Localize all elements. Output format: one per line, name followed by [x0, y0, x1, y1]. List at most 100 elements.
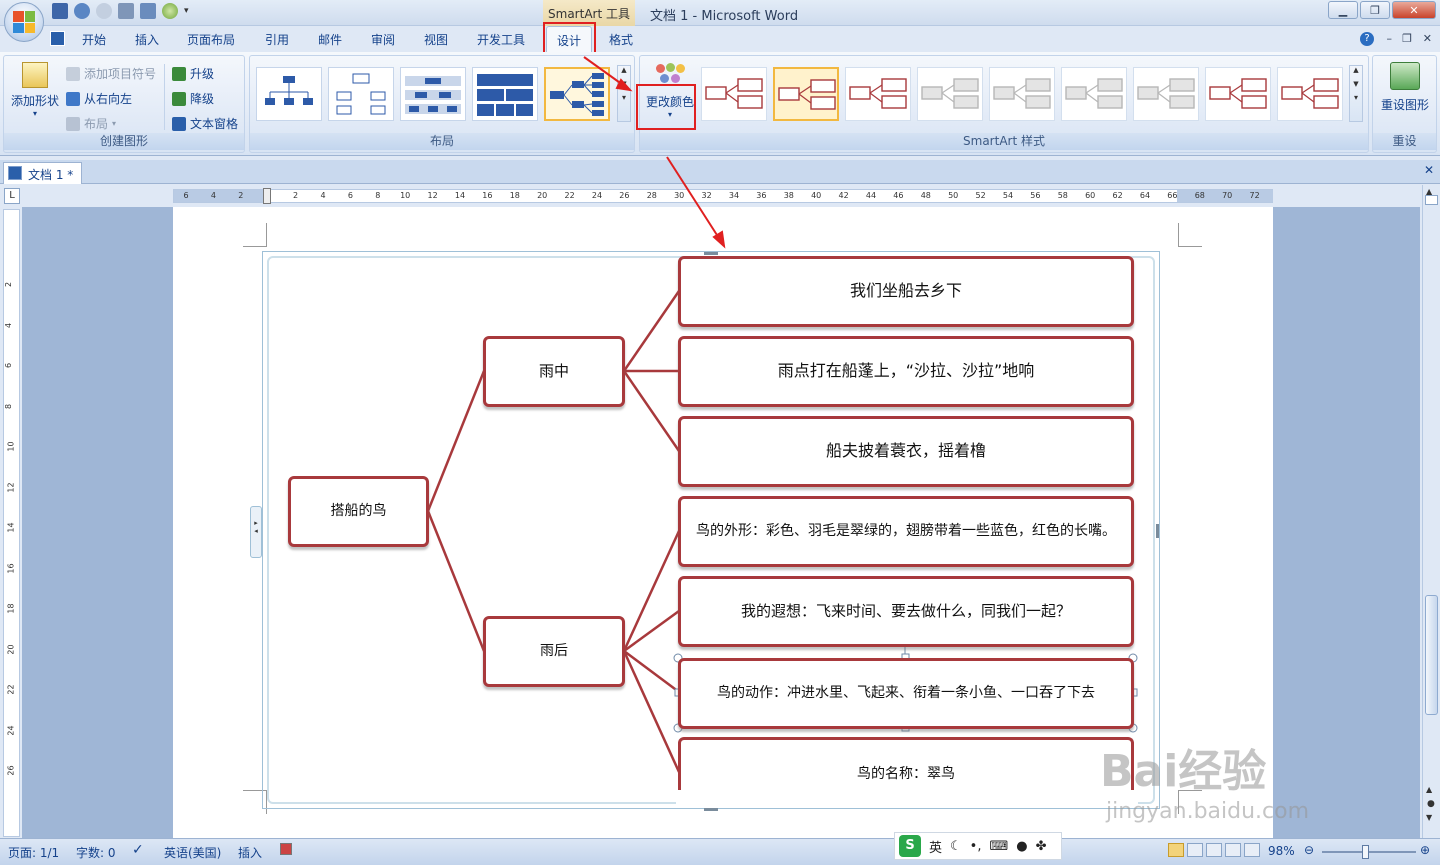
node-leaf[interactable]: 船夫披着蓑衣，摇着橹 — [678, 416, 1134, 487]
layout-gallery-scroll[interactable]: ▲ ▼ ▾ — [617, 65, 631, 122]
node-leaf-selected[interactable]: 鸟的动作：冲进水里、飞起来、衔着一条小鱼、一口吞了下去 — [678, 658, 1134, 729]
smartart-style-option[interactable] — [1205, 67, 1271, 121]
zoom-in-icon[interactable]: ⊕ — [1420, 843, 1430, 857]
document-tab[interactable]: 文档 1 * — [3, 162, 83, 184]
ime-language[interactable]: 英 — [929, 837, 942, 856]
print-preview-icon[interactable] — [118, 3, 134, 19]
text-pane-button[interactable]: 文本窗格 — [172, 115, 238, 132]
sogou-logo-icon[interactable]: S — [899, 835, 921, 857]
reset-graphic-button[interactable]: 重设图形 — [1376, 62, 1434, 113]
zoom-out-icon[interactable]: ⊖ — [1304, 843, 1314, 857]
moon-icon[interactable]: ☾ — [950, 839, 962, 854]
ribbon-minimize-icon[interactable]: – — [1387, 32, 1393, 45]
close-icon[interactable]: ✕ — [1392, 1, 1436, 19]
right-to-left-button[interactable]: 从右向左 — [66, 90, 132, 107]
word-count[interactable]: 字数: 0 — [76, 844, 116, 861]
ribbon-restore-icon[interactable]: ❐ — [1402, 32, 1412, 45]
vertical-scrollbar[interactable]: ▲ ▲ ● ▼ — [1422, 185, 1440, 838]
help-icon[interactable]: ? — [1360, 32, 1374, 46]
zoom-slider-thumb[interactable] — [1362, 845, 1369, 859]
macro-record-icon[interactable] — [280, 843, 292, 855]
record-icon[interactable] — [162, 3, 178, 19]
proofing-icon[interactable]: ✓ — [132, 842, 144, 858]
ruler-toggle-icon[interactable]: L — [4, 188, 20, 204]
browse-object-icon[interactable]: ● — [1427, 799, 1435, 809]
office-button[interactable] — [4, 2, 44, 42]
scroll-ruler-icon[interactable] — [1425, 195, 1438, 205]
smartart-style-option[interactable] — [1277, 67, 1343, 121]
smartart-style-option[interactable] — [701, 67, 767, 121]
redo-icon[interactable] — [96, 3, 112, 19]
draft-view-icon[interactable] — [1244, 843, 1260, 857]
style-gallery-scroll[interactable]: ▲ ▼ ▾ — [1349, 65, 1363, 122]
gallery-more-icon[interactable]: ▾ — [618, 93, 630, 102]
node-leaf[interactable]: 我的遐想：飞来时间、要去做什么，同我们一起？ — [678, 576, 1134, 647]
tab-mailings[interactable]: 邮件 — [318, 31, 342, 48]
tab-insert[interactable]: 插入 — [135, 31, 159, 48]
style-gallery-down-icon[interactable]: ▼ — [1350, 80, 1362, 88]
smartart-style-option[interactable] — [773, 67, 839, 121]
layout-org-chart[interactable] — [256, 67, 322, 121]
ribbon-close-icon[interactable]: ✕ — [1423, 32, 1432, 45]
node-root[interactable]: 搭船的鸟 — [288, 476, 429, 547]
next-page-icon[interactable]: ▼ — [1426, 813, 1432, 822]
layout-block-list[interactable] — [472, 67, 538, 121]
minimize-icon[interactable]: ▁ — [1328, 1, 1358, 19]
tab-page-layout[interactable]: 页面布局 — [187, 31, 235, 48]
punctuation-icon[interactable]: •, — [970, 839, 982, 854]
node-branch-rain[interactable]: 雨中 — [483, 336, 625, 407]
style-gallery-more-icon[interactable]: ▾ — [1350, 93, 1362, 102]
tab-view[interactable]: 视图 — [424, 31, 448, 48]
insert-mode[interactable]: 插入 — [238, 844, 262, 861]
layout-horizontal-hierarchy[interactable] — [544, 67, 610, 121]
user-icon[interactable]: ● — [1016, 839, 1027, 854]
toolbox-icon[interactable]: ✤ — [1036, 839, 1047, 854]
prev-page-icon[interactable]: ▲ — [1426, 785, 1432, 794]
zoom-level[interactable]: 98% — [1268, 844, 1295, 858]
tab-developer[interactable]: 开发工具 — [477, 31, 525, 48]
tab-review[interactable]: 审阅 — [371, 31, 395, 48]
keyboard-icon[interactable]: ⌨ — [989, 839, 1008, 854]
smartart-style-option[interactable] — [1133, 67, 1199, 121]
node-leaf[interactable]: 我们坐船去乡下 — [678, 256, 1134, 327]
zoom-slider[interactable] — [1322, 851, 1416, 853]
tab-references[interactable]: 引用 — [265, 31, 289, 48]
gallery-down-icon[interactable]: ▼ — [618, 80, 630, 88]
spelling-icon[interactable] — [140, 3, 156, 19]
scroll-thumb[interactable] — [1425, 595, 1438, 715]
save-icon[interactable] — [52, 3, 68, 19]
smartart-style-option[interactable] — [989, 67, 1055, 121]
node-leaf[interactable]: 雨点打在船蓬上，“沙拉、沙拉”地响 — [678, 336, 1134, 407]
undo-icon[interactable] — [74, 3, 90, 19]
layout-table-hierarchy[interactable] — [400, 67, 466, 121]
node-branch-after-rain[interactable]: 雨后 — [483, 616, 625, 687]
horizontal-ruler[interactable]: 6 4 2 2 4 6 8 10 12 14 16 18 20 22 24 26 28 30 32 34 36 38 40 4… — [173, 188, 1273, 204]
add-bullet-button[interactable]: 添加项目符号 — [66, 65, 156, 82]
customize-qat-icon[interactable]: ▾ — [184, 6, 189, 16]
gallery-up-icon[interactable]: ▲ — [618, 66, 630, 74]
layout-label: 布局 — [84, 117, 109, 131]
add-shape-button[interactable]: 添加形状 ▾ — [10, 62, 60, 118]
smartart-style-option[interactable] — [1061, 67, 1127, 121]
text-pane-toggle[interactable]: ▸ ◂ — [250, 506, 262, 558]
web-view-icon[interactable] — [1206, 843, 1222, 857]
full-screen-view-icon[interactable] — [1187, 843, 1203, 857]
demote-button[interactable]: 降级 — [172, 90, 214, 107]
node-leaf[interactable]: 鸟的外形：彩色、羽毛是翠绿的，翅膀带着一些蓝色，红色的长嘴。 — [678, 496, 1134, 567]
tab-format[interactable]: 格式 — [609, 31, 633, 48]
restore-icon[interactable]: ❐ — [1360, 1, 1390, 19]
vertical-ruler[interactable]: 2 4 6 8 10 12 14 16 18 20 22 24 26 — [3, 209, 20, 837]
document-close-icon[interactable]: ✕ — [1424, 163, 1434, 177]
print-layout-view-icon[interactable] — [1168, 843, 1184, 857]
layout-button[interactable]: 布局 ▾ — [66, 115, 116, 132]
language-indicator[interactable]: 英语(美国) — [164, 844, 221, 861]
promote-button[interactable]: 升级 — [172, 65, 214, 82]
layout-hierarchy-outline[interactable] — [328, 67, 394, 121]
smartart-style-option[interactable] — [917, 67, 983, 121]
style-gallery-up-icon[interactable]: ▲ — [1350, 66, 1362, 74]
tab-home[interactable]: 开始 — [82, 31, 106, 48]
smartart-style-option[interactable] — [845, 67, 911, 121]
page-count[interactable]: 页面: 1/1 — [8, 844, 59, 861]
outline-view-icon[interactable] — [1225, 843, 1241, 857]
indent-marker-icon[interactable] — [263, 188, 271, 204]
